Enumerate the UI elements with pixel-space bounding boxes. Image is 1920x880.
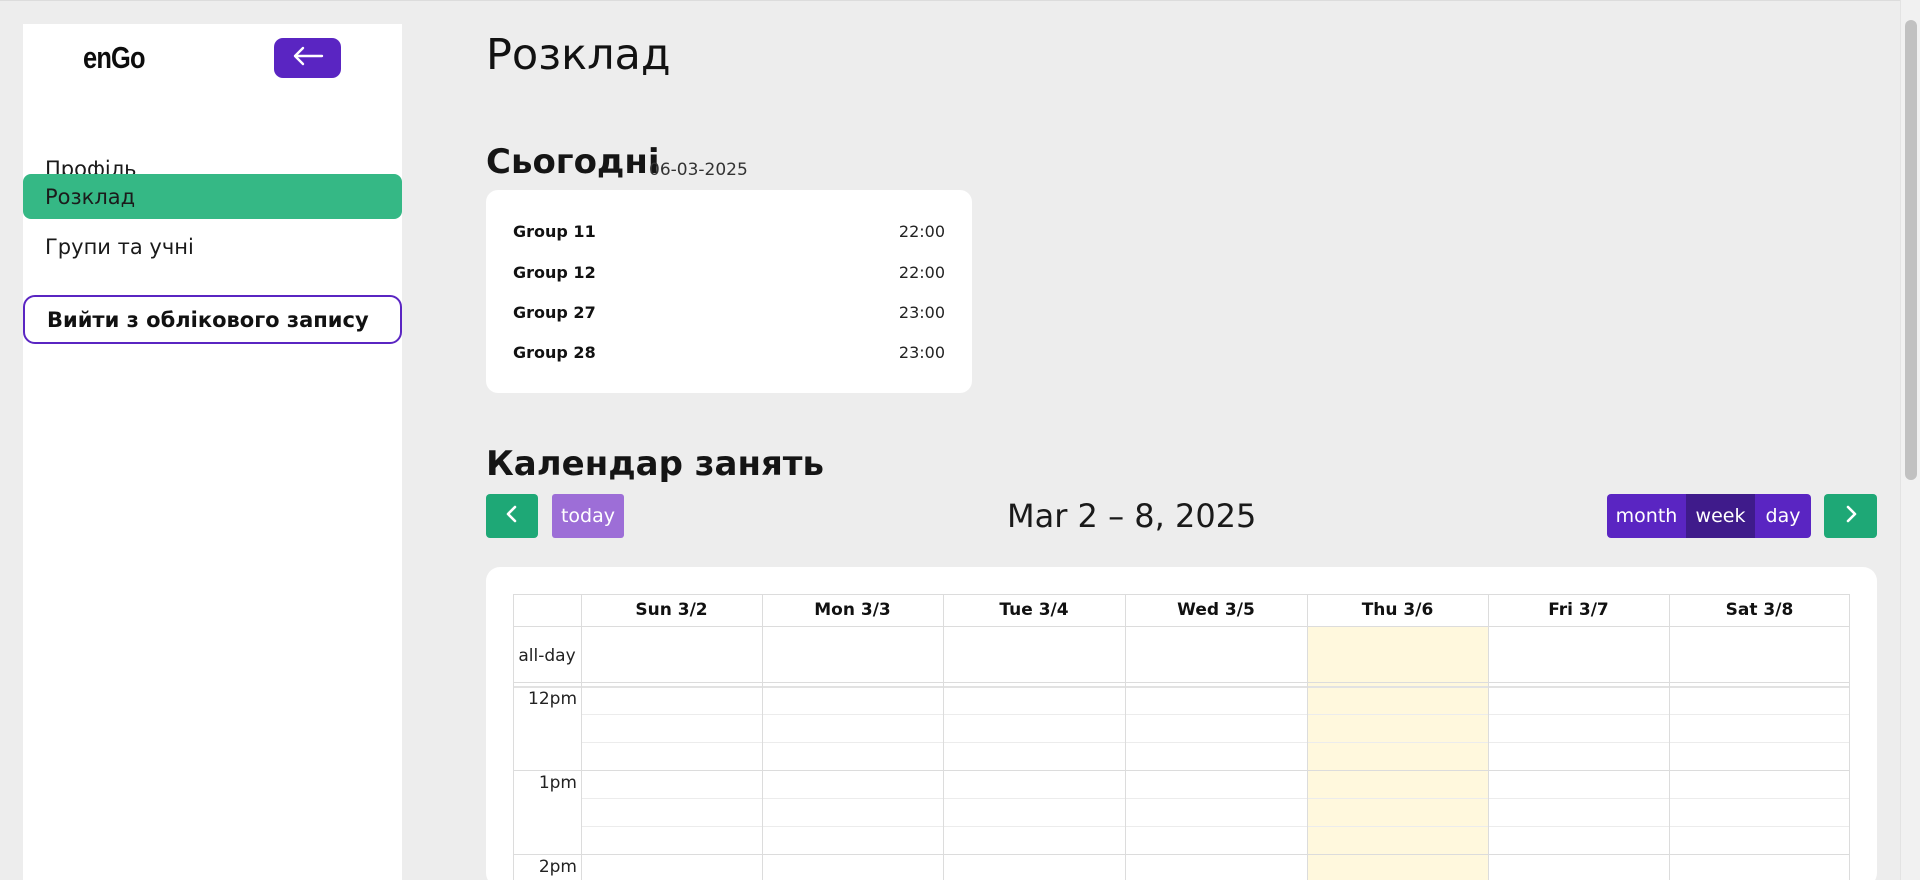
grid-line: [943, 594, 944, 880]
view-day-button[interactable]: day: [1755, 494, 1811, 538]
lesson-row[interactable]: Group 28 23:00: [513, 340, 945, 364]
lesson-row[interactable]: Group 12 22:00: [513, 260, 945, 284]
lesson-time: 23:00: [898, 302, 945, 322]
today-button[interactable]: today: [552, 494, 624, 538]
sidebar: enGo Профіль Розклад Групи та учні Вийти…: [23, 24, 402, 880]
grid-line: [513, 626, 1850, 627]
lesson-row[interactable]: Group 27 23:00: [513, 300, 945, 324]
today-column-highlight: [1307, 627, 1488, 880]
arrow-left-icon: [292, 46, 324, 70]
logo: enGo: [83, 40, 146, 75]
collapse-sidebar-button[interactable]: [274, 38, 341, 78]
time-label: 2pm: [538, 857, 577, 877]
grid-line: [581, 594, 582, 880]
time-label: 12pm: [528, 689, 577, 709]
sidebar-item-groups[interactable]: Групи та учні: [23, 224, 402, 269]
day-header: Thu 3/6: [1361, 600, 1434, 620]
logout-button[interactable]: Вийти з облікового запису: [23, 295, 402, 344]
calendar-range-title: Mar 2 – 8, 2025: [1007, 497, 1257, 535]
chevron-right-icon: [1844, 505, 1858, 528]
sidebar-item-label: Групи та учні: [45, 234, 194, 259]
grid-line: [1125, 594, 1126, 880]
day-header: Mon 3/3: [814, 600, 891, 620]
sidebar-item-label: Розклад: [45, 184, 136, 209]
lesson-name: Group 11: [513, 221, 596, 241]
grid-line: [581, 714, 1850, 715]
today-lessons-card: Group 11 22:00 Group 12 22:00 Group 27 2…: [486, 190, 972, 393]
grid-line: [1307, 594, 1308, 880]
day-header: Tue 3/4: [999, 600, 1069, 620]
grid-line: [513, 854, 1850, 855]
prev-week-button[interactable]: [486, 494, 538, 538]
grid-line: [513, 682, 1850, 683]
day-header: Sat 3/8: [1725, 600, 1794, 620]
grid-line: [1669, 594, 1670, 880]
grid-line: [581, 742, 1850, 743]
grid-line: [581, 826, 1850, 827]
calendar-card: Sun 3/2 Mon 3/3 Tue 3/4 Wed 3/5 Thu 3/6 …: [486, 567, 1877, 880]
grid-line: [581, 798, 1850, 799]
chevron-left-icon: [505, 505, 519, 528]
calendar-view-switcher: month week day: [1607, 494, 1811, 538]
lesson-time: 23:00: [898, 342, 945, 362]
view-month-button[interactable]: month: [1607, 494, 1686, 538]
lesson-name: Group 27: [513, 302, 596, 322]
day-header: Sun 3/2: [635, 600, 708, 620]
page-scrollbar[interactable]: [1900, 0, 1920, 880]
lesson-time: 22:00: [898, 221, 945, 241]
time-label: 1pm: [538, 773, 577, 793]
scrollbar-thumb[interactable]: [1905, 20, 1917, 480]
lesson-name: Group 12: [513, 262, 596, 282]
calendar-heading: Календар занять: [486, 444, 824, 484]
grid-line: [762, 594, 763, 880]
grid-line: [513, 594, 1850, 595]
next-week-button[interactable]: [1824, 494, 1877, 538]
page-title: Розклад: [486, 30, 671, 80]
sidebar-item-schedule[interactable]: Розклад: [23, 174, 402, 219]
lesson-name: Group 28: [513, 342, 596, 362]
grid-line: [1849, 594, 1850, 880]
lesson-time: 22:00: [898, 262, 945, 282]
today-date: 06-03-2025: [649, 160, 748, 180]
calendar-grid: Sun 3/2 Mon 3/3 Tue 3/4 Wed 3/5 Thu 3/6 …: [513, 594, 1850, 880]
window-top-border: [0, 0, 1900, 1]
day-header: Fri 3/7: [1548, 600, 1609, 620]
lesson-row[interactable]: Group 11 22:00: [513, 219, 945, 243]
allday-label: all-day: [518, 646, 576, 666]
view-week-button[interactable]: week: [1686, 494, 1755, 538]
day-header: Wed 3/5: [1177, 600, 1255, 620]
allday-divider: [513, 686, 1850, 688]
grid-line: [1488, 594, 1489, 880]
today-heading: Сьогодні: [486, 142, 660, 182]
grid-line: [513, 770, 1850, 771]
